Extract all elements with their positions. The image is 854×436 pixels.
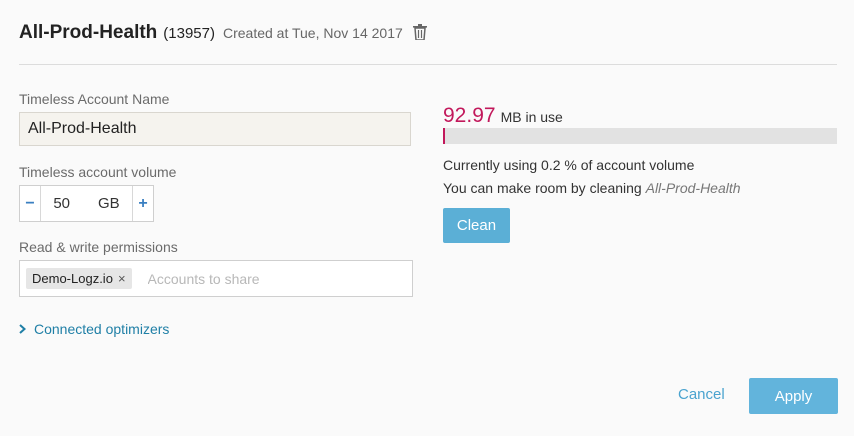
volume-unit: GB [98,195,120,212]
account-id: (13957) [163,25,215,42]
created-date: Created at Tue, Nov 14 2017 [222,25,403,41]
account-title: All-Prod-Health [19,22,158,43]
permissions-label: Read & write permissions [19,239,178,255]
account-header: All-Prod-Health (13957) Created at Tue, … [19,22,837,52]
chevron-right-icon [19,321,27,337]
connected-optimizers-toggle[interactable]: Connected optimizers [19,321,169,337]
usage-progress-bar [443,128,837,144]
cancel-button[interactable]: Cancel [672,386,731,403]
apply-button[interactable]: Apply [749,378,838,414]
cleaning-hint-prefix: You can make room by cleaning [443,180,646,196]
trash-icon[interactable] [412,24,427,45]
remove-chip-icon[interactable]: × [118,271,126,286]
header-divider [19,64,837,65]
increment-button[interactable]: + [132,186,153,221]
volume-stepper: − 50 GB + [19,185,154,222]
usage-progress-fill [443,128,445,144]
cleaning-hint-account: All-Prod-Health [645,180,741,196]
usage-unit: MB in use [500,109,563,125]
cleaning-hint: You can make room by cleaning All-Prod-H… [443,180,741,196]
usage-percent-text: Currently using 0.2 % of account volume [443,157,695,173]
decrement-button[interactable]: − [20,186,41,221]
account-name-input[interactable] [19,112,411,146]
account-chip: Demo-Logz.io × [26,268,132,289]
share-accounts-field[interactable]: Demo-Logz.io × [19,260,413,297]
optimizers-label: Connected optimizers [34,321,170,337]
volume-value-area[interactable]: 50 GB [41,195,132,212]
chip-label: Demo-Logz.io [32,271,113,286]
usage-amount: 92.97 [443,104,496,127]
volume-label: Timeless account volume [19,164,177,180]
clean-button[interactable]: Clean [443,208,510,243]
usage-readout: 92.97 MB in use [443,104,563,128]
name-label: Timeless Account Name [19,91,170,107]
volume-value: 50 [53,195,70,212]
share-input[interactable] [145,269,350,288]
